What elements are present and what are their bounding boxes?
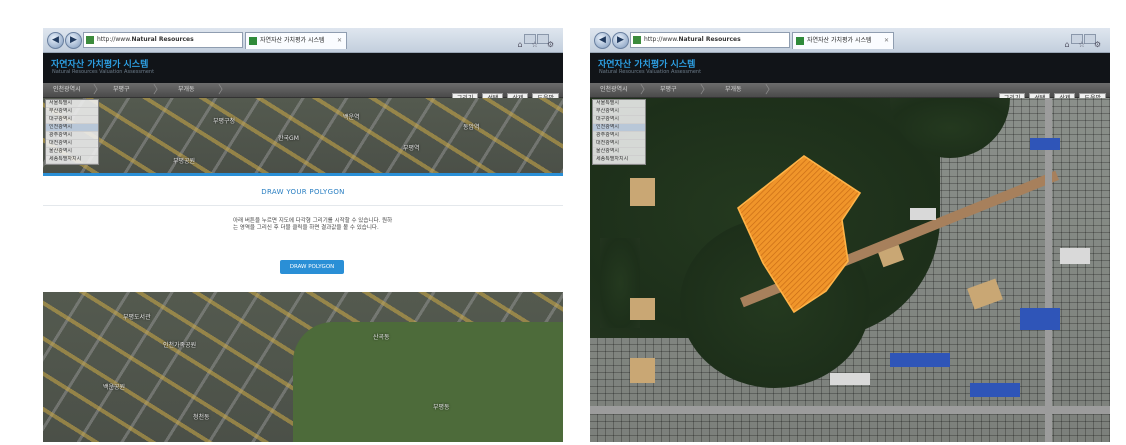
breadcrumb-separator-icon: 〉 (765, 83, 776, 96)
screenshot-polygon-drawn: ◀ ▶ http://www.Natural Resources 자연자산 가치… (590, 28, 1110, 442)
back-icon: ◀ (599, 35, 606, 45)
window-controls (1070, 29, 1106, 63)
browser-chrome: ◀ ▶ http://www.Natural Resources 자연자산 가치… (43, 28, 563, 63)
map-label: 백운역 (343, 114, 360, 121)
region-list-item[interactable]: 대전광역시 (593, 140, 645, 148)
region-list-item[interactable]: 울산광역시 (593, 148, 645, 156)
back-button[interactable]: ◀ (594, 32, 611, 49)
map-label: 부평동 (433, 404, 450, 411)
draw-polygon-dialog: DRAW YOUR POLYGON 아래 버튼을 누르면 지도에 다각형 그리기… (43, 173, 563, 295)
map-label: 청천동 (193, 414, 210, 421)
street-map-top[interactable]: 부평구청 한국GM 부평공원 백운역 부평역 동암역 (43, 98, 563, 173)
map-label: 부평구청 (213, 118, 236, 125)
street-map-bottom[interactable]: 부평도서관 인천가족공원 백운공원 산곡동 청천동 부평동 (43, 292, 563, 442)
dialog-title: DRAW YOUR POLYGON (261, 188, 345, 196)
region-list-item[interactable]: 부산광역시 (46, 108, 98, 116)
app-subtitle: Natural Resources Valuation Assessment (599, 69, 702, 75)
tab-favicon-icon (796, 36, 804, 45)
app-header: 자연자산 가치평가 시스템 Natural Resources Valuatio… (590, 53, 1110, 83)
site-favicon-icon (86, 35, 94, 44)
breadcrumb: 인천광역시 〉 부평구 〉 부개동 〉 그리기선택삭제도움말 (43, 83, 563, 104)
back-icon: ◀ (52, 35, 59, 45)
map-label: 한국GM (278, 135, 299, 142)
breadcrumb-item-district[interactable]: 부평구 (113, 83, 130, 97)
drawn-polygon-layer (737, 155, 862, 314)
forward-icon: ▶ (617, 35, 624, 45)
forward-icon: ▶ (70, 35, 77, 45)
address-bar[interactable]: http://www.Natural Resources (630, 32, 790, 48)
breadcrumb-item-dong[interactable]: 부개동 (725, 83, 742, 97)
breadcrumb-item-dong[interactable]: 부개동 (178, 83, 195, 97)
region-list-item[interactable]: 인천광역시 (46, 124, 98, 132)
map-label: 부평역 (403, 145, 420, 152)
forward-button[interactable]: ▶ (65, 32, 82, 49)
region-list-item[interactable]: 대구광역시 (593, 116, 645, 124)
breadcrumb-item-district[interactable]: 부평구 (660, 83, 677, 97)
map-label: 산곡동 (373, 334, 390, 341)
park-area (293, 322, 563, 442)
forward-button[interactable]: ▶ (612, 32, 629, 49)
browser-chrome: ◀ ▶ http://www.Natural Resources 자연자산 가치… (590, 28, 1110, 63)
dialog-divider (43, 205, 563, 206)
tab-favicon-icon (249, 36, 257, 45)
tab-close-icon[interactable]: ✕ (337, 33, 342, 49)
window-controls (523, 29, 559, 63)
region-list-item[interactable]: 세종특별자치시 (593, 156, 645, 164)
breadcrumb-separator-icon: 〉 (218, 83, 229, 96)
address-host: Natural Resources (678, 36, 741, 43)
breadcrumb-item-city[interactable]: 인천광역시 (600, 83, 628, 97)
region-list-item[interactable]: 광주광역시 (593, 132, 645, 140)
browser-tab[interactable]: 자연자산 가치평가 시스템 ✕ (245, 32, 347, 49)
screenshot-draw-modal: ◀ ▶ http://www.Natural Resources 자연자산 가치… (43, 28, 563, 442)
map-label: 백운공원 (103, 384, 126, 391)
region-list-item[interactable]: 광주광역시 (46, 132, 98, 140)
tab-close-icon[interactable]: ✕ (884, 33, 889, 49)
address-prefix: http://www. (97, 36, 132, 43)
browser-toolbar-icons[interactable]: ⌂ ☆ ⚙ (1064, 40, 1104, 49)
tab-title: 자연자산 가치평가 시스템 (260, 37, 325, 44)
breadcrumb-item-city[interactable]: 인천광역시 (53, 83, 81, 97)
map-label: 부평공원 (173, 158, 196, 165)
browser-tab[interactable]: 자연자산 가치평가 시스템 ✕ (792, 32, 894, 49)
region-list-item[interactable]: 서울특별시 (46, 100, 98, 108)
breadcrumb-separator-icon: 〉 (93, 83, 104, 96)
address-host: Natural Resources (131, 36, 194, 43)
app-subtitle: Natural Resources Valuation Assessment (52, 69, 155, 75)
draw-polygon-button[interactable]: DRAW POLYGON (280, 260, 344, 274)
dialog-instructions: 아래 버튼을 누르면 지도에 다각형 그리기를 시작할 수 있습니다. 원하는 … (233, 218, 393, 231)
region-dropdown-list[interactable]: 서울특별시 부산광역시 대구광역시 인천광역시 광주광역시 대전광역시 울산광역시 세종특별자… (45, 99, 99, 165)
breadcrumb-separator-icon: 〉 (640, 83, 651, 96)
region-dropdown-list[interactable]: 서울특별시 부산광역시 대구광역시 인천광역시 광주광역시 대전광역시 울산광역시 세종특별자… (592, 99, 646, 165)
breadcrumb-separator-icon: 〉 (700, 83, 711, 96)
region-list-item[interactable]: 세종특별자치시 (46, 156, 98, 164)
region-list-item[interactable]: 대구광역시 (46, 116, 98, 124)
map-label: 인천가족공원 (163, 342, 197, 349)
app-header: 자연자산 가치평가 시스템 Natural Resources Valuatio… (43, 53, 563, 83)
region-list-item[interactable]: 서울특별시 (593, 100, 645, 108)
address-prefix: http://www. (644, 36, 679, 43)
address-bar[interactable]: http://www.Natural Resources (83, 32, 243, 48)
site-favicon-icon (633, 35, 641, 44)
region-list-item[interactable]: 인천광역시 (593, 124, 645, 132)
map-label: 동암역 (463, 124, 480, 131)
region-list-item[interactable]: 부산광역시 (593, 108, 645, 116)
breadcrumb: 인천광역시 〉 부평구 〉 부개동 〉 그리기선택삭제도움말 (590, 83, 1110, 104)
breadcrumb-separator-icon: 〉 (153, 83, 164, 96)
satellite-map[interactable] (590, 98, 1110, 442)
drawn-polygon[interactable] (737, 155, 862, 314)
browser-toolbar-icons[interactable]: ⌂ ☆ ⚙ (517, 40, 557, 49)
region-list-item[interactable]: 울산광역시 (46, 148, 98, 156)
tab-title: 자연자산 가치평가 시스템 (807, 37, 872, 44)
region-list-item[interactable]: 대전광역시 (46, 140, 98, 148)
back-button[interactable]: ◀ (47, 32, 64, 49)
map-label: 부평도서관 (123, 314, 151, 321)
